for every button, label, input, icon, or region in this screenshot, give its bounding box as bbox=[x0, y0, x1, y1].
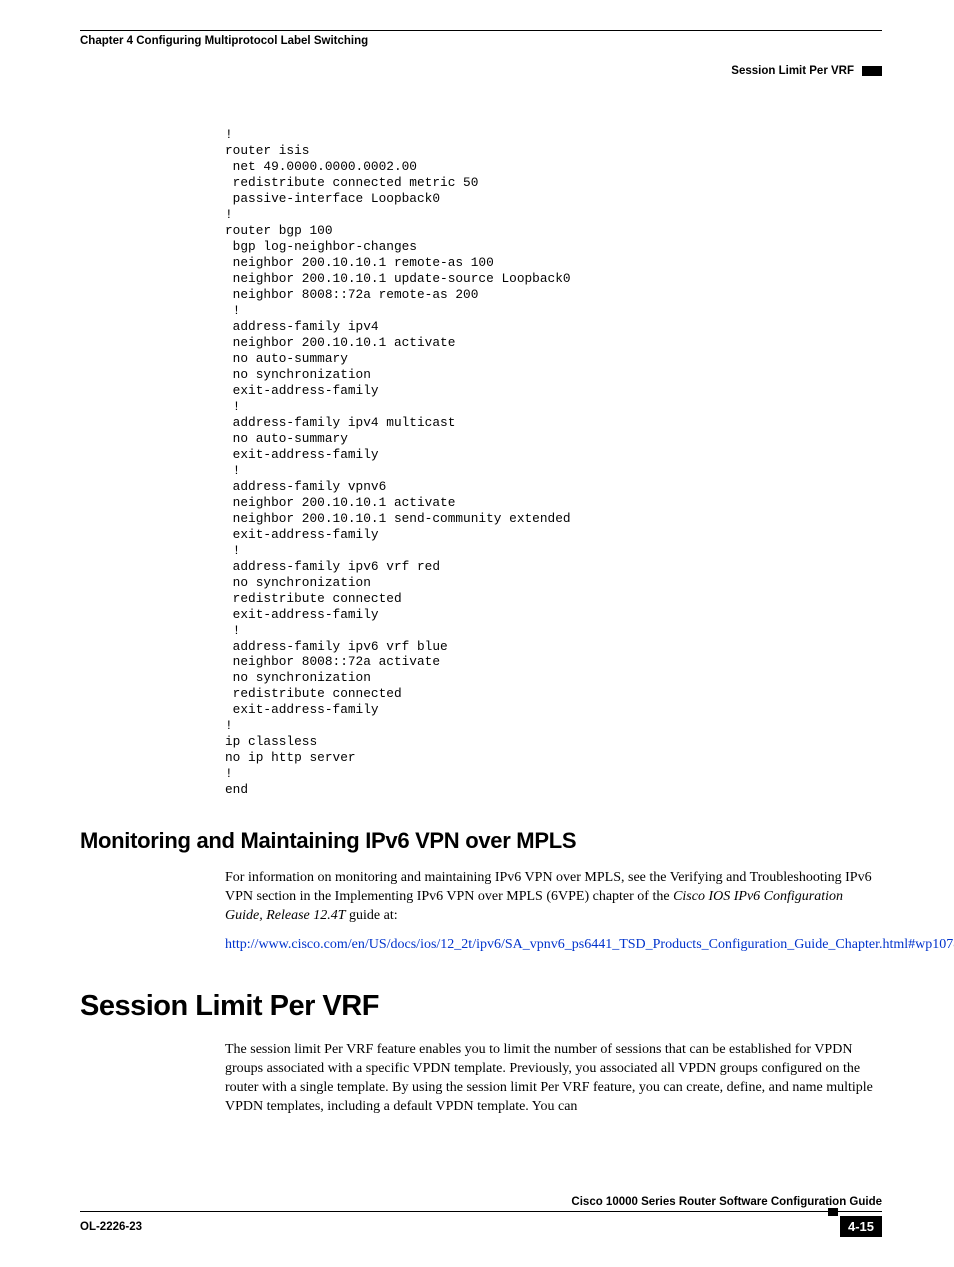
footer-book-title: Cisco 10000 Series Router Software Confi… bbox=[80, 1196, 882, 1208]
header-section: Session Limit Per VRF bbox=[731, 65, 854, 77]
footer-doc-id: OL-2226-23 bbox=[80, 1221, 142, 1233]
footer-page-number: 4-15 bbox=[840, 1216, 882, 1237]
header-chapter: Chapter 4 Configuring Multiprotocol Labe… bbox=[80, 35, 368, 47]
heading-monitoring: Monitoring and Maintaining IPv6 VPN over… bbox=[80, 828, 882, 854]
paragraph-session-limit: The session limit Per VRF feature enable… bbox=[225, 1041, 882, 1117]
page-footer: Cisco 10000 Series Router Software Confi… bbox=[80, 1196, 882, 1237]
footer-rule bbox=[80, 1211, 882, 1212]
heading-session-limit: Session Limit Per VRF bbox=[80, 990, 882, 1023]
header-marker-icon bbox=[862, 66, 882, 76]
header-rule bbox=[80, 30, 882, 31]
reference-link[interactable]: http://www.cisco.com/en/US/docs/ios/12_2… bbox=[225, 937, 954, 952]
paragraph-monitoring-intro: For information on monitoring and mainta… bbox=[225, 869, 882, 926]
config-code-block: ! router isis net 49.0000.0000.0002.00 r… bbox=[225, 127, 882, 798]
page-header: Chapter 4 Configuring Multiprotocol Labe… bbox=[80, 35, 882, 47]
text: guide at: bbox=[346, 908, 398, 923]
